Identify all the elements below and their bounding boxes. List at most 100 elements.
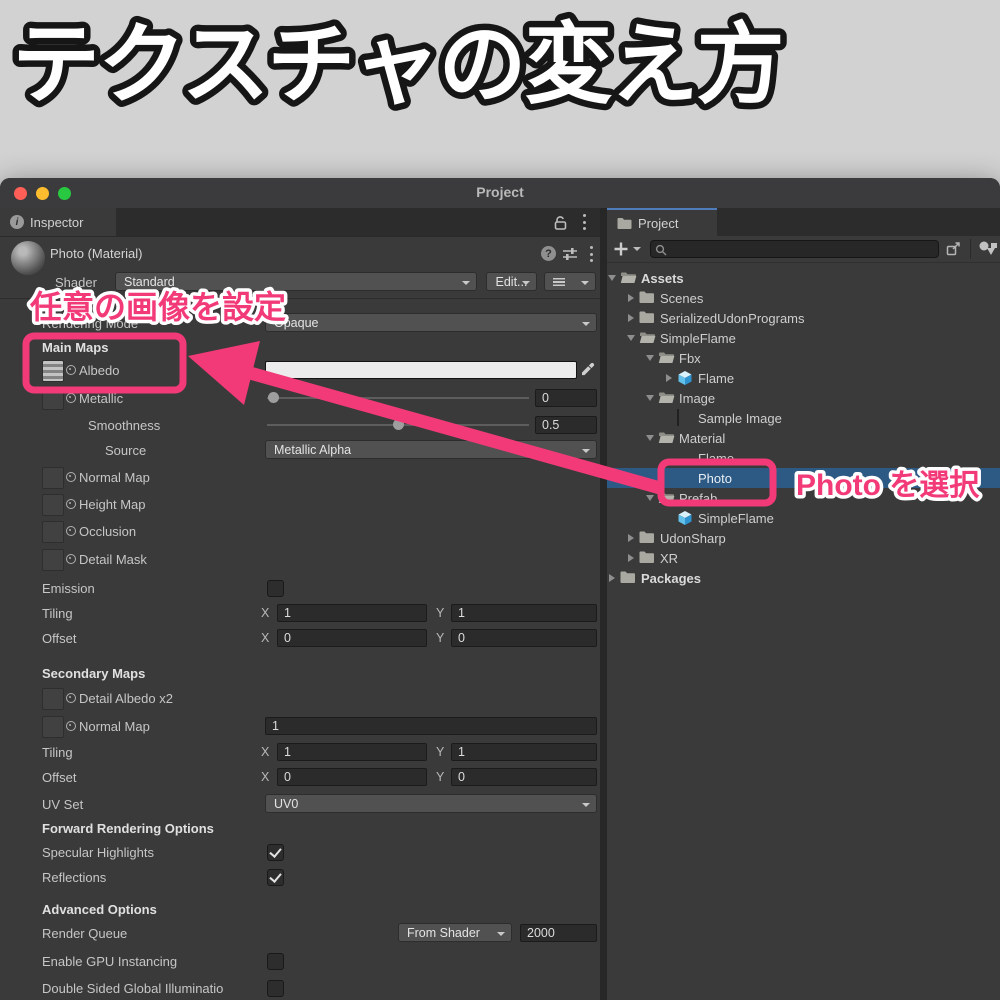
foldout-open-icon[interactable] bbox=[646, 395, 654, 401]
foldout-closed-icon[interactable] bbox=[609, 574, 615, 582]
foldout-open-icon[interactable] bbox=[646, 435, 654, 441]
tree-item-serializedudonprograms[interactable]: SerializedUdonPrograms bbox=[607, 308, 1000, 328]
tiling-x-field[interactable]: 1 bbox=[277, 604, 427, 622]
albedo-color-swatch[interactable] bbox=[265, 361, 577, 379]
foldout-closed-icon[interactable] bbox=[628, 534, 634, 542]
tree-item-label: Fbx bbox=[679, 351, 701, 366]
add-icon[interactable] bbox=[613, 241, 629, 257]
height-map-object-picker-icon[interactable] bbox=[66, 499, 76, 509]
albedo-texture-thumbnail[interactable] bbox=[42, 360, 64, 382]
rendering-mode-dropdown[interactable]: Opaque bbox=[265, 313, 597, 332]
source-dropdown[interactable]: Metallic Alpha bbox=[265, 440, 597, 459]
info-icon: i bbox=[10, 215, 24, 229]
tree-item-simpleflame-folder[interactable]: SimpleFlame bbox=[607, 328, 1000, 348]
panel-divider[interactable] bbox=[600, 208, 607, 1000]
folder-icon bbox=[639, 310, 656, 326]
detail-albedo-texture-thumbnail[interactable] bbox=[42, 688, 64, 710]
tiling-2-row: Tiling X 1 Y 1 bbox=[0, 742, 600, 762]
tree-item-scenes[interactable]: Scenes bbox=[607, 288, 1000, 308]
tree-item-assets[interactable]: Assets bbox=[607, 268, 1000, 288]
filter-icon[interactable] bbox=[976, 239, 1000, 259]
tab-inspector-label: Inspector bbox=[30, 215, 83, 230]
material-preview-sphere[interactable] bbox=[11, 241, 45, 275]
add-dropdown-caret-icon[interactable] bbox=[633, 247, 641, 255]
tab-inspector[interactable]: i Inspector bbox=[0, 208, 116, 236]
gpu-instancing-checkbox[interactable] bbox=[267, 953, 284, 970]
foldout-closed-icon[interactable] bbox=[628, 314, 634, 322]
foldout-closed-icon[interactable] bbox=[628, 294, 634, 302]
prefab-cube-icon bbox=[677, 510, 694, 526]
offset-2-y-value: 0 bbox=[458, 770, 465, 784]
render-queue-dropdown[interactable]: From Shader bbox=[398, 923, 512, 942]
offset-y-field[interactable]: 0 bbox=[451, 629, 597, 647]
albedo-row: Albedo bbox=[0, 360, 600, 380]
height-map-texture-thumbnail[interactable] bbox=[42, 494, 64, 516]
emission-checkbox[interactable] bbox=[267, 580, 284, 597]
foldout-closed-icon[interactable] bbox=[628, 554, 634, 562]
metallic-slider[interactable] bbox=[267, 388, 529, 408]
presets-icon[interactable] bbox=[562, 246, 578, 262]
lock-icon[interactable] bbox=[552, 214, 570, 231]
search-input[interactable] bbox=[650, 240, 939, 258]
tab-project[interactable]: Project bbox=[607, 208, 717, 236]
tree-item-udonsharp[interactable]: UdonSharp bbox=[607, 528, 1000, 548]
occlusion-texture-thumbnail[interactable] bbox=[42, 521, 64, 543]
foldout-open-icon[interactable] bbox=[608, 275, 616, 281]
albedo-object-picker-icon[interactable] bbox=[66, 365, 76, 375]
normal-map-2-object-picker-icon[interactable] bbox=[66, 721, 76, 731]
tree-item-flame-fbx[interactable]: Flame bbox=[607, 368, 1000, 388]
offset-2-x-field[interactable]: 0 bbox=[277, 768, 427, 786]
tree-item-material[interactable]: Material bbox=[607, 428, 1000, 448]
detail-mask-object-picker-icon[interactable] bbox=[66, 554, 76, 564]
advanced-options-label: Advanced Options bbox=[42, 902, 157, 917]
tree-item-flame-material[interactable]: Flame bbox=[607, 448, 1000, 468]
tree-item-packages[interactable]: Packages bbox=[607, 568, 1000, 588]
window-title: Project bbox=[0, 184, 1000, 200]
smoothness-slider[interactable] bbox=[267, 415, 529, 435]
tree-item-simpleflame-prefab[interactable]: SimpleFlame bbox=[607, 508, 1000, 528]
material-menu-icon[interactable] bbox=[589, 246, 593, 262]
offset-2-y-field[interactable]: 0 bbox=[451, 768, 597, 786]
metallic-value-field[interactable]: 0 bbox=[535, 389, 597, 407]
metallic-object-picker-icon[interactable] bbox=[66, 393, 76, 403]
help-icon[interactable]: ? bbox=[541, 246, 556, 261]
occlusion-object-picker-icon[interactable] bbox=[66, 526, 76, 536]
tree-item-label: Sample Image bbox=[698, 411, 782, 426]
render-queue-field[interactable]: 2000 bbox=[520, 924, 597, 942]
metallic-texture-thumbnail[interactable] bbox=[42, 388, 64, 410]
tree-item-photo[interactable]: Photo bbox=[607, 468, 1000, 488]
uv-set-dropdown[interactable]: UV0 bbox=[265, 794, 597, 813]
normal-map-2-field[interactable]: 1 bbox=[265, 717, 597, 735]
normal-map-label: Normal Map bbox=[79, 470, 150, 485]
tiling-2-x-field[interactable]: 1 bbox=[277, 743, 427, 761]
normal-map-object-picker-icon[interactable] bbox=[66, 472, 76, 482]
tree-item-sample-image[interactable]: Sample Image bbox=[607, 408, 1000, 428]
tree-item-xr[interactable]: XR bbox=[607, 548, 1000, 568]
open-in-new-icon[interactable] bbox=[945, 240, 963, 258]
foldout-open-icon[interactable] bbox=[627, 335, 635, 341]
shader-dropdown[interactable]: Standard bbox=[115, 272, 477, 291]
tree-item-label: Prefab bbox=[679, 491, 717, 506]
normal-map-texture-thumbnail[interactable] bbox=[42, 467, 64, 489]
specular-highlights-checkbox[interactable] bbox=[267, 844, 284, 861]
shader-edit-button[interactable]: Edit... bbox=[486, 272, 537, 291]
reflections-checkbox[interactable] bbox=[267, 869, 284, 886]
tiling-y-field[interactable]: 1 bbox=[451, 604, 597, 622]
foldout-closed-icon[interactable] bbox=[666, 374, 672, 382]
smoothness-value-field[interactable]: 0.5 bbox=[535, 416, 597, 434]
normal-map-2-texture-thumbnail[interactable] bbox=[42, 716, 64, 738]
detail-albedo-object-picker-icon[interactable] bbox=[66, 693, 76, 703]
tiling-2-y-field[interactable]: 1 bbox=[451, 743, 597, 761]
foldout-open-icon[interactable] bbox=[646, 355, 654, 361]
offset-x-field[interactable]: 0 bbox=[277, 629, 427, 647]
tree-item-prefab[interactable]: Prefab bbox=[607, 488, 1000, 508]
tree-item-fbx[interactable]: Fbx bbox=[607, 348, 1000, 368]
tree-item-image[interactable]: Image bbox=[607, 388, 1000, 408]
eyedropper-icon[interactable] bbox=[580, 361, 596, 377]
folder-icon bbox=[639, 550, 656, 566]
foldout-open-icon[interactable] bbox=[646, 495, 654, 501]
double-sided-gi-checkbox[interactable] bbox=[267, 980, 284, 997]
detail-mask-texture-thumbnail[interactable] bbox=[42, 549, 64, 571]
inspector-menu-icon[interactable] bbox=[582, 214, 586, 230]
shader-list-button[interactable] bbox=[544, 272, 596, 291]
